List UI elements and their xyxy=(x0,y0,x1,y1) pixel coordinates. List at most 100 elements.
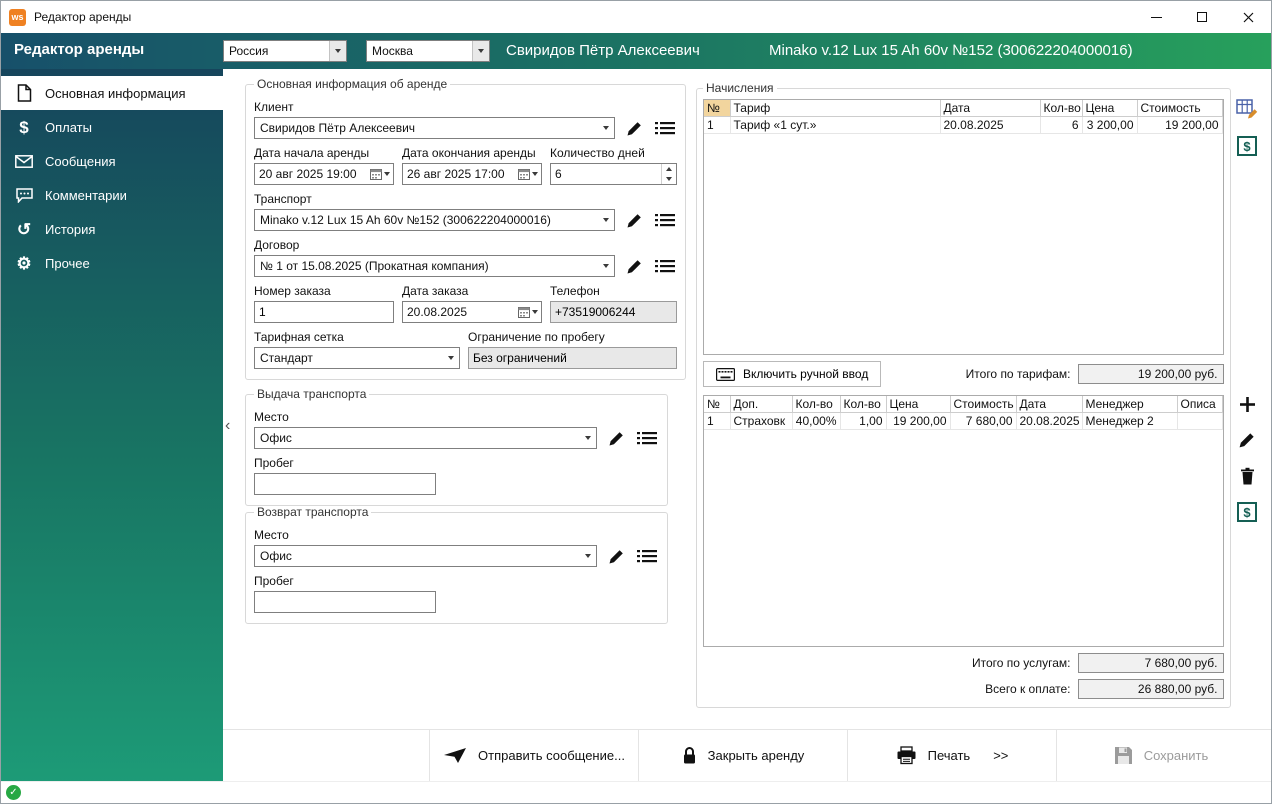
printer-icon xyxy=(897,746,916,765)
table-row[interactable]: 1 Страховк 40,00% 1,00 19 200,00 7 680,0… xyxy=(704,412,1223,430)
tariff-payment-button[interactable]: $ xyxy=(1234,133,1260,159)
pickup-mileage-label: Пробег xyxy=(254,456,294,470)
mileage-limit-input[interactable] xyxy=(468,347,677,369)
chevron-down-icon xyxy=(579,546,596,566)
column-header[interactable]: Описа xyxy=(1177,396,1223,413)
city-value: Москва xyxy=(372,44,413,58)
collapse-panel-handle[interactable]: ‹ xyxy=(225,417,230,435)
sidebar-item-payments[interactable]: $ Оплаты xyxy=(1,110,223,144)
spin-up-icon[interactable] xyxy=(662,164,676,174)
close-button[interactable] xyxy=(1225,1,1271,33)
cell: Страховк xyxy=(730,412,793,430)
rental-end-date-input[interactable]: 26 авг 2025 17:00 xyxy=(402,163,542,185)
tariff-grid-combobox[interactable]: Стандарт xyxy=(254,347,460,369)
rental-start-date-input[interactable]: 20 авг 2025 19:00 xyxy=(254,163,394,185)
pickup-mileage-input[interactable] xyxy=(254,473,436,495)
client-edit-button[interactable] xyxy=(622,117,646,139)
titlebar: ws Редактор аренды xyxy=(1,1,1271,33)
column-header[interactable]: Цена xyxy=(1082,100,1138,117)
send-message-button[interactable]: Отправить сообщение... xyxy=(429,730,638,781)
order-number-input[interactable] xyxy=(254,301,394,323)
sidebar-item-label: История xyxy=(45,221,96,237)
column-header[interactable]: Стоимость xyxy=(950,396,1017,413)
city-combobox[interactable]: Москва xyxy=(366,40,490,62)
country-combobox[interactable]: Россия xyxy=(223,40,347,62)
manual-input-toggle-button[interactable]: Включить ручной ввод xyxy=(703,361,882,387)
column-header[interactable]: № xyxy=(704,396,731,413)
tariff-total-label: Итого по тарифам: xyxy=(965,367,1071,381)
transport-list-button[interactable] xyxy=(653,209,677,231)
sidebar-item-label: Сообщения xyxy=(45,153,116,169)
dollar-icon: $ xyxy=(1237,502,1257,522)
column-header[interactable]: Кол-во xyxy=(1040,100,1083,117)
pickup-place-edit-button[interactable] xyxy=(604,427,628,449)
column-header[interactable]: Цена xyxy=(886,396,951,413)
column-header[interactable]: Доп. xyxy=(730,396,793,413)
save-button[interactable]: Сохранить xyxy=(1056,730,1265,781)
pickup-place-list-button[interactable] xyxy=(635,427,659,449)
column-header[interactable]: № xyxy=(704,100,731,117)
column-header[interactable]: Кол-во xyxy=(792,396,841,413)
mileage-limit-label: Ограничение по пробегу xyxy=(468,330,605,344)
list-icon xyxy=(637,550,657,563)
spin-down-icon[interactable] xyxy=(662,174,676,184)
contract-value: № 1 от 15.08.2025 (Прокатная компания) xyxy=(260,259,489,273)
client-combobox[interactable]: Свиридов Пётр Алексеевич xyxy=(254,117,615,139)
return-place-list-button[interactable] xyxy=(635,545,659,567)
sidebar-item-comments[interactable]: Комментарии xyxy=(1,178,223,212)
service-edit-button[interactable] xyxy=(1234,427,1260,453)
column-header[interactable]: Кол-во xyxy=(840,396,887,413)
list-icon xyxy=(655,260,675,273)
table-row[interactable]: 1 Тариф «1 сут.» 20.08.2025 6 3 200,00 1… xyxy=(704,116,1223,134)
order-date-label: Дата заказа xyxy=(402,284,469,298)
return-mileage-input[interactable] xyxy=(254,591,436,613)
contract-combobox[interactable]: № 1 от 15.08.2025 (Прокатная компания) xyxy=(254,255,615,277)
end-date-value: 26 авг 2025 17:00 xyxy=(407,167,505,181)
sidebar-item-main-info[interactable]: Основная информация xyxy=(1,76,223,110)
transport-combobox[interactable]: Minako v.12 Lux 15 Ah 60v №152 (30062220… xyxy=(254,209,615,231)
chevron-down-icon xyxy=(329,41,346,61)
chevron-down-icon xyxy=(597,210,614,230)
return-place-combobox[interactable]: Офис xyxy=(254,545,597,567)
chevron-down-icon xyxy=(472,41,489,61)
order-number-label: Номер заказа xyxy=(254,284,331,298)
service-payment-button[interactable]: $ xyxy=(1234,499,1260,525)
sidebar-item-other[interactable]: ⚙ Прочее xyxy=(1,246,223,280)
sidebar-item-history[interactable]: ↺ История xyxy=(1,212,223,246)
close-rental-button[interactable]: Закрыть аренду xyxy=(638,730,847,781)
pickup-group: Выдача транспорта Место Офис Пробег xyxy=(245,387,668,506)
column-header[interactable]: Стоимость xyxy=(1137,100,1223,117)
column-header[interactable]: Дата xyxy=(1016,396,1083,413)
pickup-place-combobox[interactable]: Офис xyxy=(254,427,597,449)
cell: 19 200,00 xyxy=(1137,116,1223,134)
tariff-grid-label: Тарифная сетка xyxy=(254,330,344,344)
tariff-grid-edit-button[interactable] xyxy=(1234,95,1260,121)
transport-edit-button[interactable] xyxy=(622,209,646,231)
envelope-icon xyxy=(14,154,34,168)
list-icon xyxy=(637,432,657,445)
sidebar-item-label: Основная информация xyxy=(45,85,186,101)
contract-edit-button[interactable] xyxy=(622,255,646,277)
order-date-input[interactable]: 20.08.2025 xyxy=(402,301,542,323)
print-button[interactable]: Печать >> xyxy=(847,730,1056,781)
return-place-edit-button[interactable] xyxy=(604,545,628,567)
client-list-button[interactable] xyxy=(653,117,677,139)
contract-list-button[interactable] xyxy=(653,255,677,277)
service-add-button[interactable] xyxy=(1234,391,1260,417)
minimize-button[interactable] xyxy=(1133,1,1179,33)
column-header[interactable]: Менеджер xyxy=(1082,396,1178,413)
send-icon xyxy=(444,748,467,763)
column-header[interactable]: Тариф xyxy=(730,100,941,117)
phone-input[interactable] xyxy=(550,301,677,323)
client-value: Свиридов Пётр Алексеевич xyxy=(260,121,416,135)
charges-group: Начисления № Тариф Дата Кол-во Цена Стои… xyxy=(696,81,1231,708)
order-date-value: 20.08.2025 xyxy=(407,305,468,319)
days-count-spinner[interactable]: 6 xyxy=(550,163,677,185)
column-header[interactable]: Дата xyxy=(940,100,1041,117)
service-delete-button[interactable] xyxy=(1234,463,1260,489)
calendar-icon xyxy=(515,164,541,184)
grand-total-label: Всего к оплате: xyxy=(985,682,1071,696)
maximize-button[interactable] xyxy=(1179,1,1225,33)
grand-total-value: 26 880,00 руб. xyxy=(1077,679,1224,699)
sidebar-item-messages[interactable]: Сообщения xyxy=(1,144,223,178)
